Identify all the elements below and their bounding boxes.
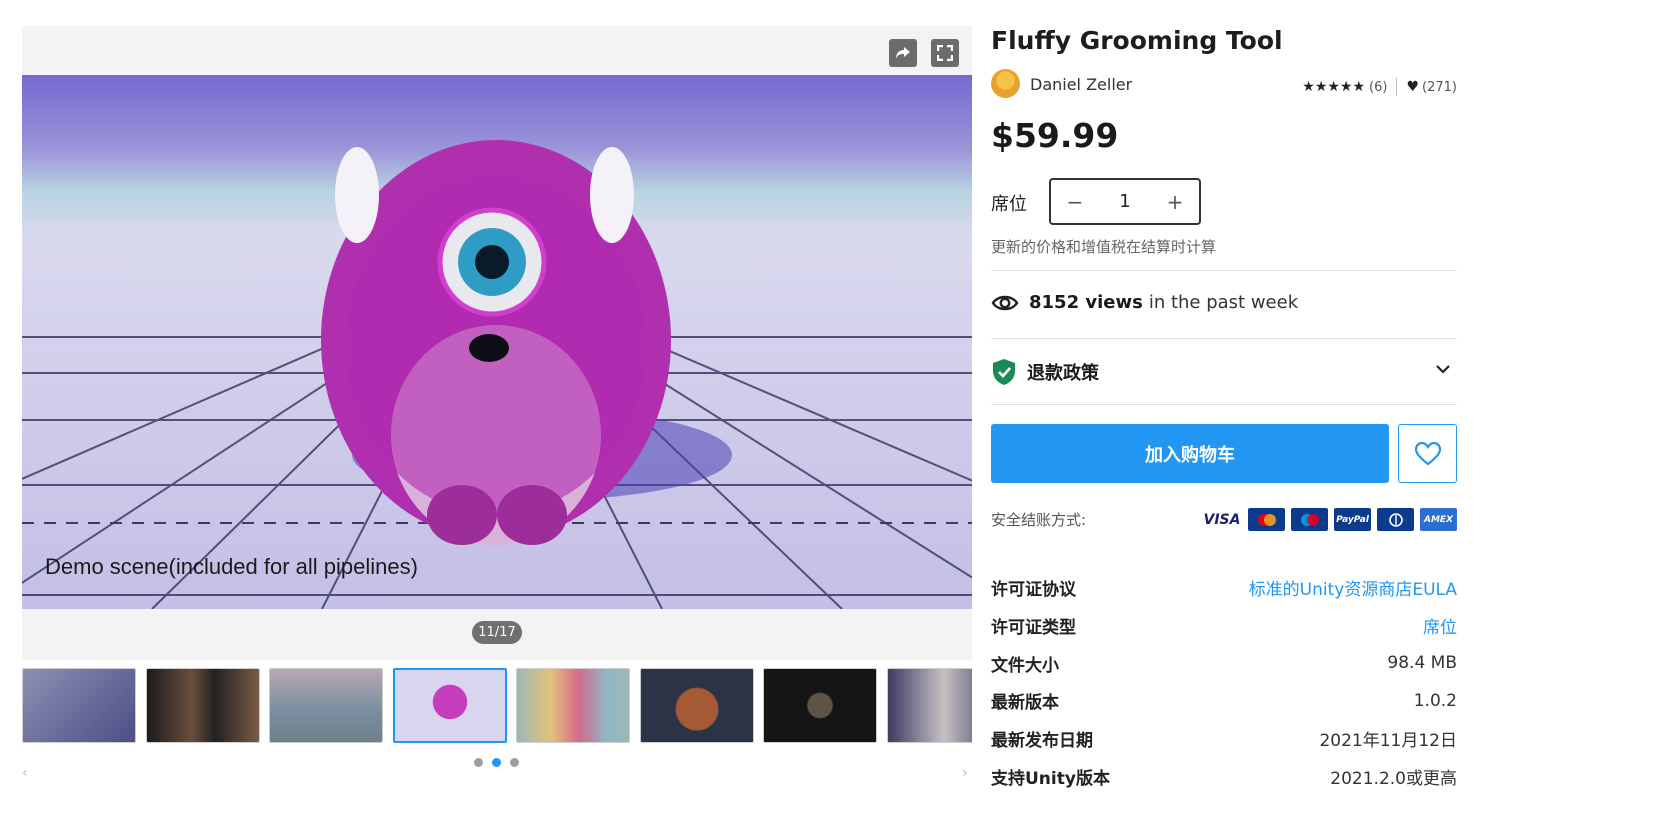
thumbnail[interactable]	[516, 668, 630, 743]
chevron-down-icon[interactable]	[1435, 361, 1451, 377]
thumbnail-active[interactable]	[393, 668, 507, 743]
spec-key: 最新版本	[991, 693, 1059, 714]
refund-policy-label: 退款政策	[1027, 363, 1099, 384]
divider	[991, 338, 1457, 339]
amex-icon: AMEX	[1420, 508, 1457, 531]
rating-summary: ★★★★★ (6) ♥ (271)	[1302, 78, 1457, 96]
vat-note: 更新的价格和增值税在结算时计算	[991, 238, 1217, 256]
main-product-image[interactable]: Demo scene(included for all pipelines)	[22, 75, 972, 609]
diners-icon	[1377, 508, 1414, 531]
author-link[interactable]: Daniel Zeller	[1030, 75, 1132, 94]
rating-count: (6)	[1369, 79, 1388, 95]
spec-value: 1.0.2	[1413, 690, 1457, 711]
thumbnail[interactable]	[146, 668, 260, 743]
image-caption: Demo scene(included for all pipelines)	[45, 554, 418, 579]
fullscreen-button[interactable]	[931, 39, 959, 67]
avatar[interactable]	[991, 69, 1020, 98]
heart-icon	[1414, 441, 1441, 465]
spec-key: 许可证类型	[991, 618, 1076, 639]
payment-label: 安全结账方式:	[991, 511, 1087, 529]
increment-button[interactable]: +	[1151, 190, 1199, 214]
visa-icon: VISA	[1202, 508, 1242, 531]
thumbnail[interactable]	[887, 668, 972, 743]
media-gallery: Demo scene(included for all pipelines) 1…	[22, 26, 972, 660]
thumbnail-strip	[22, 668, 972, 744]
wishlist-button[interactable]	[1398, 424, 1457, 483]
payment-methods: VISA PayPal AMEX	[1202, 508, 1457, 531]
thumbnail[interactable]	[22, 668, 136, 743]
star-rating-icon[interactable]: ★★★★★	[1302, 79, 1365, 95]
views-count: 8152 views	[1029, 292, 1143, 313]
chevron-right-icon[interactable]: ›	[962, 765, 968, 781]
divider	[991, 270, 1457, 271]
favorites-count: (271)	[1422, 79, 1457, 95]
heart-icon: ♥	[1406, 79, 1420, 95]
spec-key: 文件大小	[991, 655, 1059, 676]
eula-link[interactable]: 标准的Unity资源商店EULA	[1249, 575, 1457, 600]
views-suffix: in the past week	[1148, 292, 1299, 313]
paypal-icon: PayPal	[1334, 508, 1371, 531]
fullscreen-icon	[937, 45, 953, 61]
spec-value: 2021.2.0或更高	[1330, 768, 1457, 789]
spec-table: 许可证协议 标准的Unity资源商店EULA 许可证类型 席位 文件大小 98.…	[991, 569, 1457, 795]
pager-dot-active[interactable]	[492, 758, 501, 767]
add-to-cart-button[interactable]: 加入购物车	[991, 424, 1389, 483]
maestro-icon	[1291, 508, 1328, 531]
pager-dot[interactable]	[510, 758, 519, 767]
quantity-value[interactable]: 1	[1099, 191, 1151, 212]
share-icon	[896, 47, 910, 59]
product-title: Fluffy Grooming Tool	[991, 26, 1283, 55]
spec-value: 98.4 MB	[1387, 653, 1457, 674]
spec-row: 最新发布日期 2021年11月12日	[991, 720, 1457, 758]
thumbnail[interactable]	[269, 668, 383, 743]
spec-row: 许可证协议 标准的Unity资源商店EULA	[991, 569, 1457, 607]
quantity-stepper: − 1 +	[1049, 178, 1201, 225]
spec-row: 许可证类型 席位	[991, 607, 1457, 645]
thumbnail[interactable]	[640, 668, 754, 743]
spec-key: 最新发布日期	[991, 731, 1093, 752]
spec-row: 文件大小 98.4 MB	[991, 644, 1457, 682]
eye-icon	[991, 295, 1019, 310]
decrement-button[interactable]: −	[1051, 190, 1099, 214]
share-button[interactable]	[889, 39, 917, 67]
mastercard-icon	[1248, 508, 1285, 531]
price: $59.99	[991, 116, 1119, 155]
views-stat: 8152 views in the past week	[991, 292, 1298, 313]
chevron-left-icon[interactable]: ‹	[22, 765, 28, 781]
shield-check-icon	[993, 359, 1015, 385]
thumbnail[interactable]	[763, 668, 877, 743]
spec-value: 2021年11月12日	[1319, 731, 1457, 752]
gallery-pager	[474, 758, 519, 767]
pager-dot[interactable]	[474, 758, 483, 767]
license-type-link[interactable]: 席位	[1423, 613, 1457, 638]
divider	[1396, 78, 1398, 96]
divider	[991, 404, 1457, 405]
image-counter: 11/17	[472, 621, 522, 644]
spec-key: 许可证协议	[991, 580, 1076, 601]
spec-row: 最新版本 1.0.2	[991, 682, 1457, 720]
spec-row: 支持Unity版本 2021.2.0或更高	[991, 757, 1457, 795]
author-row: Daniel Zeller ★★★★★ (6) ♥ (271)	[991, 69, 1457, 99]
spec-key: 支持Unity版本	[991, 768, 1110, 789]
refund-policy-accordion[interactable]: 退款政策	[991, 358, 1457, 386]
seat-label: 席位	[991, 194, 1027, 215]
